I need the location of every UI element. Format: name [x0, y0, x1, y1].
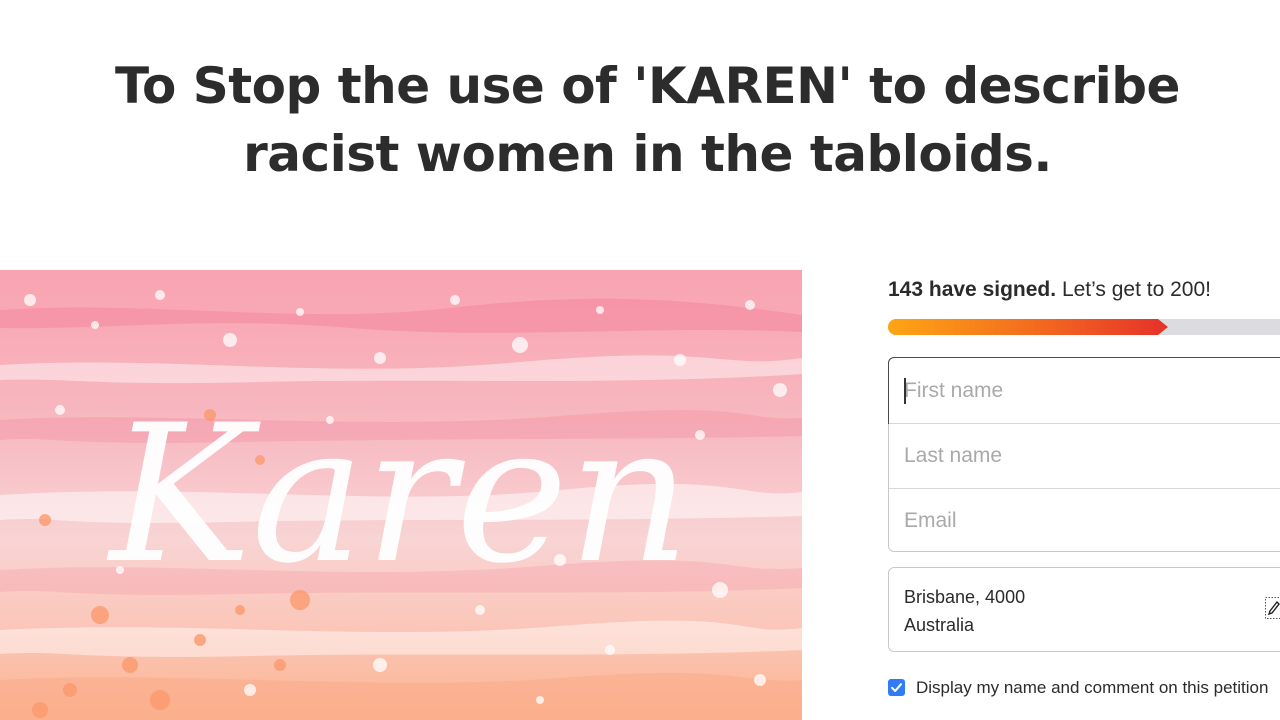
location-city: Brisbane, 4000	[904, 587, 1026, 607]
location-country: Australia	[904, 615, 975, 635]
email-field[interactable]	[889, 488, 1280, 553]
first-name-field[interactable]	[888, 357, 1280, 424]
signature-count: 143 have signed. Let’s get to 200!	[888, 276, 1211, 304]
signed-count-text: 143 have signed.	[888, 278, 1057, 301]
petition-hero-image: Karen	[0, 270, 802, 720]
goal-text: Let’s get to 200!	[1061, 278, 1211, 301]
display-name-checkbox[interactable]	[888, 679, 905, 696]
signature-progress-bar	[888, 319, 1280, 335]
display-name-option: Display my name and comment on this peti…	[888, 677, 1280, 701]
display-name-label: Display my name and comment on this peti…	[916, 678, 1269, 697]
hero-karen-text: Karen	[107, 384, 691, 605]
page-title: To Stop the use of 'KAREN' to describe r…	[115, 57, 1180, 183]
text-cursor	[904, 378, 906, 404]
last-name-field[interactable]	[889, 423, 1280, 488]
pencil-icon[interactable]	[1265, 597, 1280, 619]
petition-page: To Stop the use of 'KAREN' to describe r…	[0, 0, 1280, 720]
signature-progress-fill	[888, 319, 1168, 335]
signer-details-form	[888, 357, 1280, 553]
location-box: Brisbane, 4000 Australia	[888, 567, 1280, 652]
